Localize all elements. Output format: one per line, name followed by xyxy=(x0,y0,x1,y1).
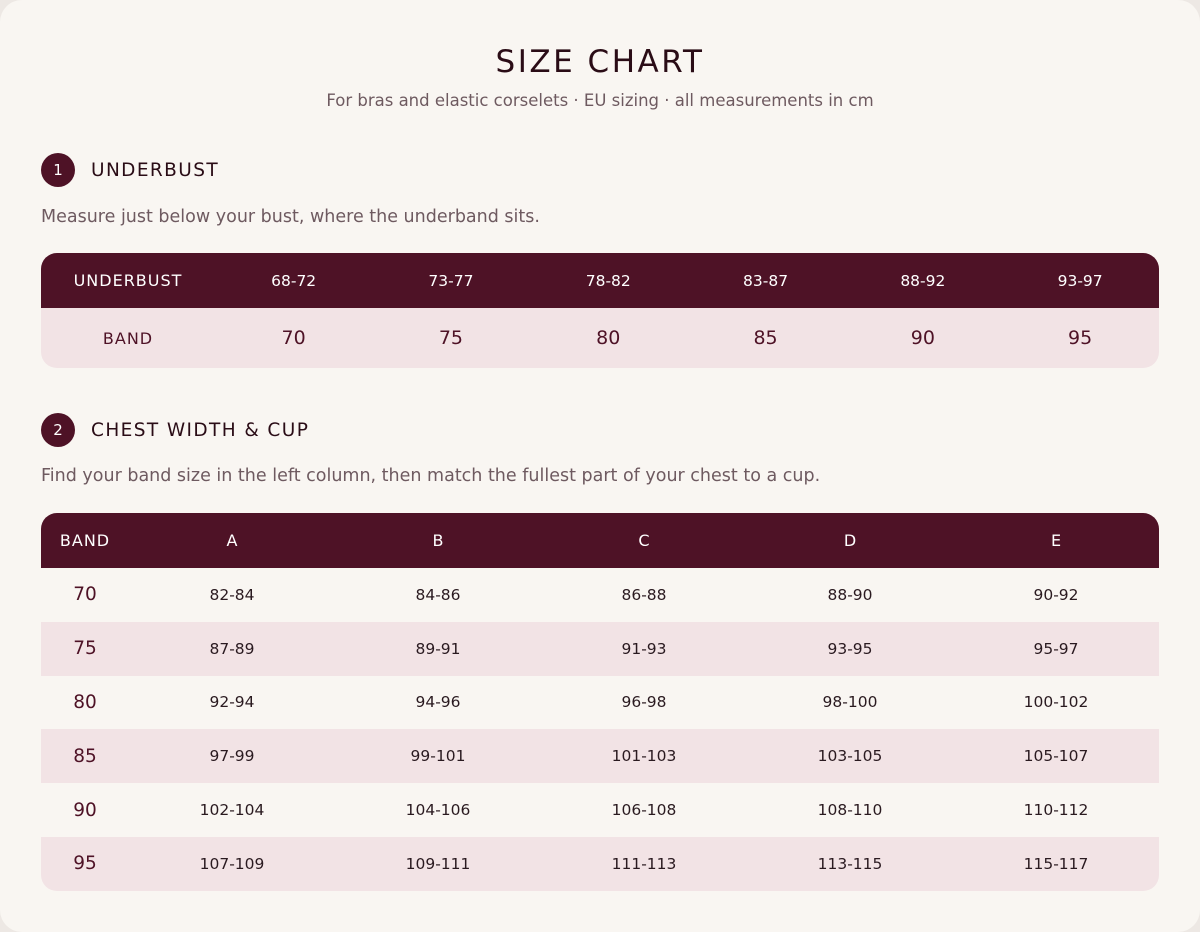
size-chart-card: SIZE CHART For bras and elastic corselet… xyxy=(0,0,1200,932)
table-row: 95 107-109 109-111 111-113 113-115 115-1… xyxy=(41,836,1159,891)
underbust-table: UNDERBUST 68-72 73-77 78-82 83-87 88-92 … xyxy=(41,253,1159,368)
band-size-cell: 90 xyxy=(910,327,935,349)
chest-range-cell: 102-104 xyxy=(199,801,265,820)
chest-range-cell: 106-108 xyxy=(611,801,677,820)
column-header-cup: D xyxy=(843,531,857,550)
chest-range-cell: 107-109 xyxy=(199,854,265,873)
band-cell: 85 xyxy=(73,745,97,767)
band-size-cell: 95 xyxy=(1068,327,1093,349)
band-cell: 75 xyxy=(73,638,97,660)
chest-range-cell: 82-84 xyxy=(209,585,255,604)
underbust-range-cell: 83-87 xyxy=(743,271,789,290)
chest-range-cell: 103-105 xyxy=(817,747,883,766)
chest-range-cell: 94-96 xyxy=(415,693,461,712)
underbust-header-row: UNDERBUST 68-72 73-77 78-82 83-87 88-92 … xyxy=(41,253,1159,308)
step-number-badge: 2 xyxy=(41,413,75,447)
band-cell: 70 xyxy=(73,584,97,606)
row-label-underbust: UNDERBUST xyxy=(73,271,183,290)
band-size-cell: 75 xyxy=(438,327,464,349)
underbust-range-cell: 78-82 xyxy=(585,271,631,290)
band-cell: 90 xyxy=(73,799,97,821)
section-description: Find your band size in the left column, … xyxy=(41,466,821,486)
chest-range-cell: 96-98 xyxy=(621,693,667,712)
section-chest-cup-heading: 2 CHEST WIDTH & CUP xyxy=(41,413,309,447)
chest-range-cell: 109-111 xyxy=(405,854,471,873)
chest-range-cell: 111-113 xyxy=(611,854,677,873)
chest-range-cell: 91-93 xyxy=(621,639,667,658)
underbust-range-cell: 73-77 xyxy=(428,271,474,290)
chest-range-cell: 87-89 xyxy=(209,639,255,658)
page-subtitle: For bras and elastic corselets · EU sizi… xyxy=(326,91,874,110)
chest-cup-table: BAND A B C D E 70 82-84 84-86 86-88 88-9… xyxy=(41,513,1159,891)
section-description: Measure just below your bust, where the … xyxy=(41,207,540,227)
chest-range-cell: 90-92 xyxy=(1033,585,1079,604)
table-row: 70 82-84 84-86 86-88 88-90 90-92 xyxy=(41,568,1159,622)
chest-range-cell: 110-112 xyxy=(1023,801,1089,820)
chest-range-cell: 92-94 xyxy=(209,693,255,712)
chest-range-cell: 101-103 xyxy=(611,747,677,766)
table-row: 85 97-99 99-101 101-103 103-105 105-107 xyxy=(41,729,1159,784)
cup-header-row: BAND A B C D E xyxy=(41,513,1159,568)
page-title: SIZE CHART xyxy=(495,44,705,80)
column-header-cup: E xyxy=(1050,531,1062,550)
chest-range-cell: 104-106 xyxy=(405,801,471,820)
step-number-badge: 1 xyxy=(41,153,75,187)
chest-range-cell: 88-90 xyxy=(827,585,873,604)
band-cell: 95 xyxy=(73,853,97,875)
chest-range-cell: 84-86 xyxy=(415,585,461,604)
band-cell: 80 xyxy=(73,691,97,713)
chest-range-cell: 115-117 xyxy=(1023,854,1089,873)
underbust-range-cell: 68-72 xyxy=(271,271,317,290)
chest-range-cell: 105-107 xyxy=(1023,747,1089,766)
chest-range-cell: 86-88 xyxy=(621,585,667,604)
column-header-band: BAND xyxy=(59,531,111,550)
band-size-cell: 85 xyxy=(753,327,778,349)
chest-range-cell: 99-101 xyxy=(410,747,466,766)
chest-range-cell: 95-97 xyxy=(1033,639,1079,658)
row-label-band: BAND xyxy=(102,328,154,348)
table-row: 75 87-89 89-91 91-93 93-95 95-97 xyxy=(41,621,1159,676)
chest-range-cell: 97-99 xyxy=(209,747,255,766)
column-header-cup: A xyxy=(226,531,238,550)
band-size-cell: 80 xyxy=(596,327,621,349)
chest-range-cell: 113-115 xyxy=(817,854,883,873)
chest-range-cell: 93-95 xyxy=(827,639,873,658)
band-size-row: BAND 70 75 80 85 90 95 xyxy=(41,308,1159,368)
section-title: UNDERBUST xyxy=(91,159,220,181)
column-header-cup: B xyxy=(432,531,444,550)
chest-range-cell: 98-100 xyxy=(822,693,878,712)
section-title: CHEST WIDTH & CUP xyxy=(91,419,310,441)
column-header-cup: C xyxy=(638,531,650,550)
chest-range-cell: 89-91 xyxy=(415,639,461,658)
underbust-range-cell: 88-92 xyxy=(900,271,946,290)
table-row: 90 102-104 104-106 106-108 108-110 110-1… xyxy=(41,783,1159,837)
band-size-cell: 70 xyxy=(281,327,306,349)
chest-range-cell: 100-102 xyxy=(1023,693,1089,712)
section-underbust-heading: 1 UNDERBUST xyxy=(41,153,219,187)
table-row: 80 92-94 94-96 96-98 98-100 100-102 xyxy=(41,675,1159,730)
underbust-range-cell: 93-97 xyxy=(1057,271,1103,290)
chest-range-cell: 108-110 xyxy=(817,801,883,820)
